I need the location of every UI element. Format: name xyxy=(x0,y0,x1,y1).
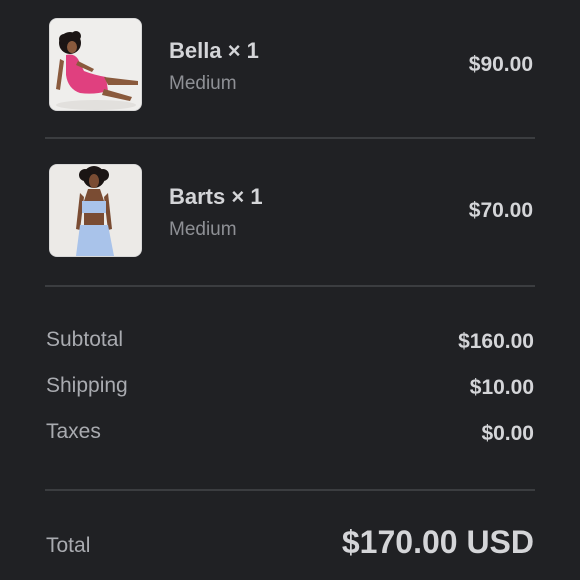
divider xyxy=(45,137,535,139)
order-summary: Bella × 1 Medium $90.00 Barts × 1 Medium… xyxy=(0,0,580,580)
divider xyxy=(45,285,535,287)
product-thumbnail xyxy=(49,164,142,257)
item-name: Bella × 1 xyxy=(169,38,259,63)
total-row: Total $170.00 USD xyxy=(45,524,535,570)
pink-dress-photo-icon xyxy=(50,19,141,110)
divider xyxy=(45,489,535,491)
subtotal-row: Subtotal $160.00 xyxy=(45,328,535,358)
taxes-value: $0.00 xyxy=(481,422,534,445)
shipping-row: Shipping $10.00 xyxy=(45,374,535,404)
taxes-label: Taxes xyxy=(46,420,101,443)
subtotal-value: $160.00 xyxy=(458,330,534,353)
total-value: $170.00 USD xyxy=(341,524,534,560)
item-name: Barts × 1 xyxy=(169,184,263,209)
product-thumbnail xyxy=(49,18,142,111)
item-price: $90.00 xyxy=(468,53,533,76)
blue-two-piece-photo-icon xyxy=(50,165,141,256)
total-label: Total xyxy=(46,534,91,557)
item-price: $70.00 xyxy=(468,199,533,222)
line-item: Bella × 1 Medium $90.00 xyxy=(45,16,535,112)
taxes-row: Taxes $0.00 xyxy=(45,420,535,450)
line-item: Barts × 1 Medium $70.00 xyxy=(45,162,535,258)
shipping-label: Shipping xyxy=(46,374,128,397)
shipping-value: $10.00 xyxy=(469,376,534,399)
item-variant: Medium xyxy=(169,219,237,240)
subtotal-label: Subtotal xyxy=(46,328,124,351)
item-variant: Medium xyxy=(169,73,237,94)
